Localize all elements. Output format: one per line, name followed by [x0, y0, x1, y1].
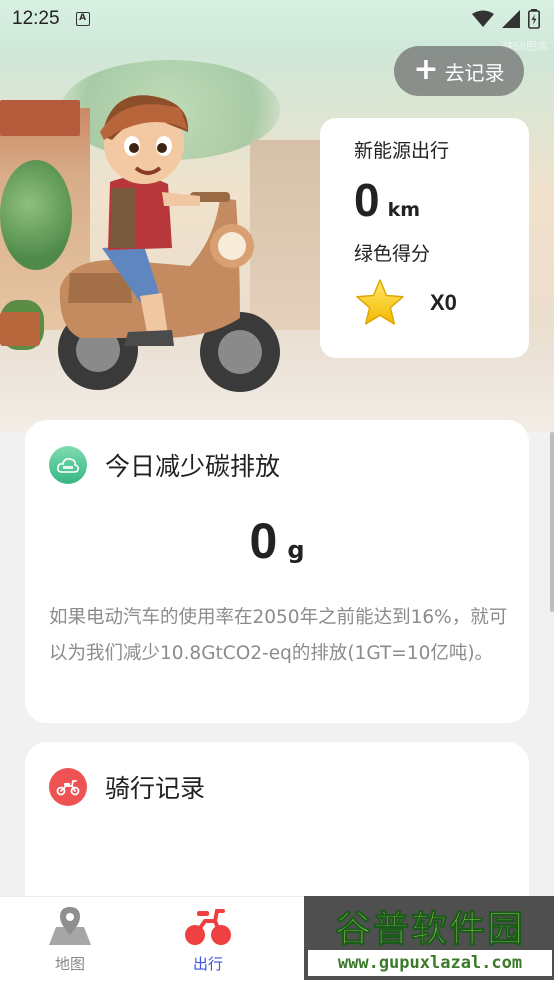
scooter-icon [49, 768, 87, 806]
carbon-description: 如果电动汽车的使用率在2050年之前能达到16%，就可以为我们减少10.8GtC… [49, 607, 508, 664]
nav-label-travel: 出行 [192, 955, 223, 973]
status-bar: 12:25 A [0, 0, 554, 38]
carbon-readout: 0 g [25, 512, 529, 570]
green-score-label: 绿色得分 [354, 243, 431, 265]
stats-card: 新能源出行 0 km 绿色得分 X0 [320, 118, 529, 358]
watermark-url: www.gupuxlazal.com [308, 950, 552, 976]
notification-icon: A [75, 12, 90, 26]
distance-readout: 0 km [354, 173, 529, 227]
nav-item-travel[interactable]: 出行 [168, 905, 248, 974]
nav-item-map[interactable]: 地图 [30, 905, 110, 974]
co2-icon [49, 446, 87, 484]
distance-unit: km [387, 199, 421, 221]
site-watermark: 谷普软件园 www.gupuxlazal.com [304, 896, 554, 980]
plus-icon: + [413, 52, 439, 87]
distance-value: 0 [354, 174, 380, 226]
signal-icon [502, 10, 520, 28]
nav-label-map: 地图 [54, 955, 85, 973]
status-time: 12:25 [12, 8, 60, 29]
scooter-rider-illustration [58, 95, 280, 392]
map-pin-icon [49, 907, 91, 945]
bike-icon [185, 909, 231, 945]
carbon-value: 0 [249, 513, 278, 569]
go-record-label: 去记录 [444, 60, 505, 85]
wifi-icon [472, 10, 494, 27]
carbon-unit: g [287, 536, 305, 564]
battery-icon [528, 9, 540, 29]
green-score-readout: X0 [354, 278, 529, 328]
carbon-card-header: 今日减少碳排放 [49, 446, 280, 484]
carbon-card-title: 今日减少碳排放 [105, 452, 281, 481]
background-pot [0, 312, 40, 346]
go-record-button[interactable]: + 去记录 [394, 46, 524, 96]
star-icon [356, 279, 404, 325]
green-score-multiplier: X0 [430, 290, 457, 315]
ride-card-header: 骑行记录 [49, 768, 205, 806]
scrollbar[interactable] [550, 432, 554, 612]
status-icons [472, 9, 540, 29]
watermark-title: 谷普软件园 [334, 909, 525, 951]
carbon-reduction-card: 今日减少碳排放 0 g 如果电动汽车的使用率在2050年之前能达到16%，就可以… [25, 420, 529, 723]
new-energy-label: 新能源出行 [354, 140, 450, 162]
ride-card-title: 骑行记录 [105, 774, 206, 803]
